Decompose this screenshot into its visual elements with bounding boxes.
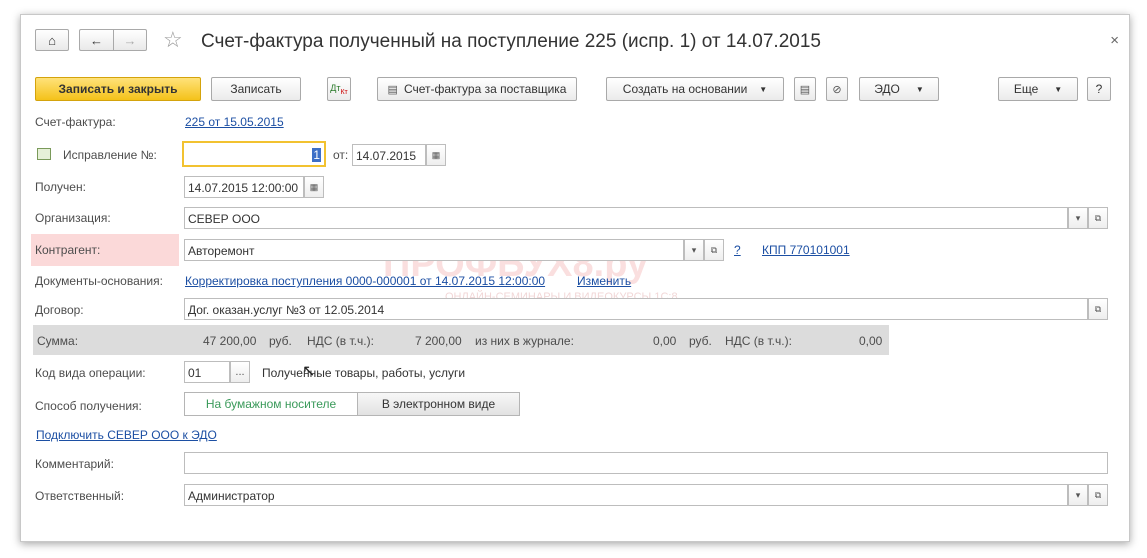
save-and-close-button[interactable]: Записать и закрыть	[35, 77, 201, 101]
change-docs-link[interactable]: Изменить	[577, 274, 631, 288]
responsible-input[interactable]: Администратор	[184, 484, 1068, 506]
close-icon[interactable]: ×	[1110, 32, 1119, 49]
home-icon: ⌂	[48, 32, 56, 48]
currency-label: руб.	[269, 334, 292, 348]
invoice-link[interactable]: 225 от 15.05.2015	[185, 115, 284, 129]
method-label: Способ получения:	[35, 399, 142, 413]
create-based-label: Создать на основании	[622, 82, 748, 96]
journal-label: из них в журнале:	[475, 334, 574, 348]
contractor-input[interactable]: Авторемонт	[184, 239, 684, 261]
currency-label: руб.	[689, 334, 712, 348]
back-button[interactable]: ←	[79, 29, 113, 51]
opcode-input[interactable]: 01	[184, 361, 230, 383]
kpp-link[interactable]: КПП 770101001	[762, 243, 850, 257]
organization-input[interactable]: СЕВЕР ООО	[184, 207, 1068, 229]
dropdown-arrow-icon: ▼	[759, 84, 768, 94]
comment-input[interactable]	[184, 452, 1108, 474]
dropdown-arrow-icon: ▾	[1075, 489, 1081, 500]
correction-label: Исправление №:	[63, 148, 157, 162]
home-button[interactable]: ⌂	[35, 29, 69, 51]
opcode-select-button[interactable]: ...	[230, 361, 250, 383]
dt-kt-report-button[interactable]: ДтКт	[327, 77, 351, 101]
connect-edo-link[interactable]: Подключить СЕВЕР ООО к ЭДО	[36, 428, 217, 442]
mouse-cursor-icon: ↖	[302, 363, 316, 380]
vat-journal-label: НДС (в т.ч.):	[725, 334, 792, 348]
attachment-button[interactable]: ⊘	[826, 77, 848, 101]
contract-input[interactable]: Дог. оказан.услуг №3 от 12.05.2014	[184, 298, 1088, 320]
calendar-button[interactable]: ▦	[304, 176, 324, 198]
open-icon: ⧉	[1094, 303, 1102, 314]
dropdown-arrow-icon: ▼	[915, 84, 924, 94]
vat-value: 7 200,00	[415, 334, 462, 348]
vat-label: НДС (в т.ч.):	[307, 334, 374, 348]
open-icon: ⧉	[1094, 212, 1102, 223]
dropdown-arrow-icon: ▼	[1054, 84, 1063, 94]
more-dropdown[interactable]: Еще ▼	[998, 77, 1078, 101]
forward-button[interactable]: →	[113, 29, 147, 51]
calendar-icon: ▦	[309, 181, 319, 192]
received-label: Получен:	[35, 180, 86, 194]
create-based-on-dropdown[interactable]: Создать на основании ▼	[606, 77, 784, 101]
document-icon-button[interactable]: ▤	[794, 77, 816, 101]
paperclip-icon: ⊘	[832, 83, 842, 96]
invoice-label: Счет-фактура:	[35, 115, 116, 129]
docs-label: Документы-основания:	[35, 274, 163, 288]
invoice-supplier-button[interactable]: ▤ Счет-фактура за поставщика	[377, 77, 577, 101]
dropdown-arrow-icon: ▾	[691, 244, 697, 255]
open-icon: ⧉	[1094, 489, 1102, 500]
organization-open-button[interactable]: ⧉	[1088, 207, 1108, 229]
contractor-label: Контрагент:	[35, 243, 101, 257]
page-title: Счет-фактура полученный на поступление 2…	[201, 31, 821, 52]
from-label: от:	[333, 148, 349, 162]
back-arrow-icon: ←	[90, 32, 103, 48]
vat-journal-value: 0,00	[859, 334, 883, 348]
sum-label: Сумма:	[37, 334, 79, 348]
contractor-dropdown-button[interactable]: ▾	[684, 239, 704, 261]
responsible-open-button[interactable]: ⧉	[1088, 484, 1108, 506]
invoice-supplier-label: Счет-фактура за поставщика	[403, 82, 567, 96]
comment-label: Комментарий:	[35, 457, 114, 471]
save-button[interactable]: Записать	[211, 77, 301, 101]
edo-dropdown[interactable]: ЭДО ▼	[859, 77, 939, 101]
contract-open-button[interactable]: ⧉	[1088, 298, 1108, 320]
method-paper-option[interactable]: На бумажном носителе	[184, 392, 358, 416]
dt-kt-icon: ДтКт	[330, 82, 348, 96]
journal-value: 0,00	[653, 334, 677, 348]
printer-icon: ▤	[387, 83, 398, 96]
edit-note-icon	[37, 148, 51, 160]
responsible-label: Ответственный:	[35, 489, 125, 503]
open-icon: ⧉	[710, 244, 718, 255]
forward-arrow-icon: →	[123, 32, 137, 48]
more-label: Еще	[1013, 82, 1039, 96]
favorite-star-icon[interactable]: ☆	[163, 27, 183, 53]
help-button[interactable]: ?	[1087, 77, 1111, 101]
method-electronic-option[interactable]: В электронном виде	[358, 392, 520, 416]
calendar-icon: ▦	[431, 149, 441, 160]
edo-label: ЭДО	[874, 82, 900, 96]
contractor-open-button[interactable]: ⧉	[704, 239, 724, 261]
calendar-button[interactable]: ▦	[426, 144, 446, 166]
organization-label: Организация:	[35, 211, 111, 225]
correction-date-input[interactable]: 14.07.2015	[352, 144, 426, 166]
correction-number-input[interactable]: 1	[182, 141, 326, 167]
correction-number-value: 1	[312, 148, 321, 162]
ellipsis-icon: ...	[235, 366, 245, 378]
contractor-help-link[interactable]: ?	[734, 243, 741, 257]
sum-bar: Сумма: 47 200,00 руб. НДС (в т.ч.): 7 20…	[33, 325, 889, 355]
responsible-dropdown-button[interactable]: ▾	[1068, 484, 1088, 506]
contract-label: Договор:	[35, 303, 84, 317]
dropdown-arrow-icon: ▾	[1075, 212, 1081, 223]
opcode-label: Код вида операции:	[35, 366, 146, 380]
sum-value: 47 200,00	[203, 334, 257, 348]
document-icon: ▤	[799, 83, 811, 96]
invoice-window: ⌂ ← → ☆ Счет-фактура полученный на посту…	[20, 14, 1130, 542]
opcode-description: Полученные товары, работы, услуги	[262, 366, 466, 380]
received-date-input[interactable]: 14.07.2015 12:00:00	[184, 176, 304, 198]
organization-dropdown-button[interactable]: ▾	[1068, 207, 1088, 229]
docs-basis-link[interactable]: Корректировка поступления 0000-000001 от…	[185, 274, 545, 288]
